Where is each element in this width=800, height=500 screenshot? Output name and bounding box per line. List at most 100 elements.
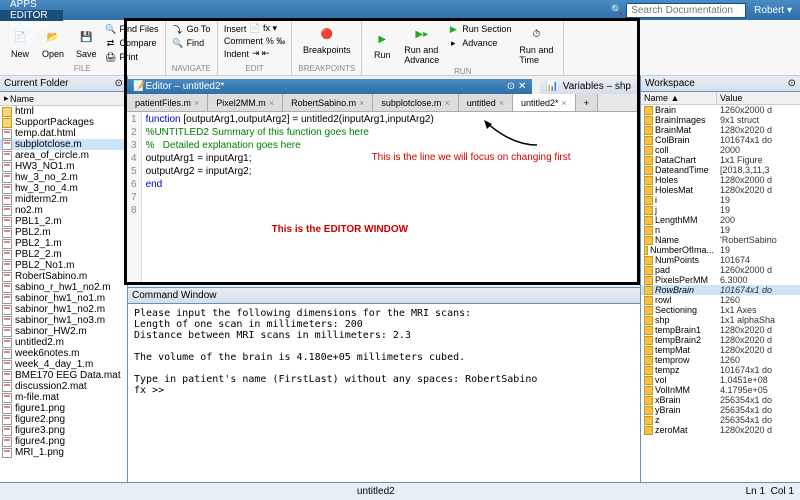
file-item[interactable]: week6notes.m [0, 348, 127, 359]
file-item[interactable]: area_of_circle.m [0, 150, 127, 161]
file-item[interactable]: week_4_day_1.m [0, 359, 127, 370]
workspace-item[interactable]: yBrain256354x1 do [641, 405, 800, 415]
editor-tab[interactable]: untitled2*× [513, 94, 576, 111]
file-item[interactable]: midterm2.m [0, 194, 127, 205]
workspace-item[interactable]: NumberOfIma...19 [641, 245, 800, 255]
workspace-item[interactable]: Brain1260x2000 d [641, 105, 800, 115]
user-label[interactable]: Robert ▾ [746, 5, 800, 16]
file-item[interactable]: sabino_r_hw1_no2.m [0, 282, 127, 293]
file-icon [2, 393, 12, 403]
search-input[interactable] [626, 3, 746, 18]
workspace-item[interactable]: BrainImages9x1 struct [641, 115, 800, 125]
close-icon[interactable]: × [269, 98, 274, 108]
file-item[interactable]: sabinor_hw1_no1.m [0, 293, 127, 304]
workspace-item[interactable]: Holes1280x2000 d [641, 175, 800, 185]
new-button[interactable]: 📄New [6, 22, 34, 64]
open-button[interactable]: 📂Open [38, 22, 68, 64]
editor-tab[interactable]: subplotclose.m× [373, 94, 458, 111]
file-item[interactable]: temp.dat.html [0, 128, 127, 139]
workspace-item[interactable]: xBrain256354x1 do [641, 395, 800, 405]
file-item[interactable]: PBL2_1.m [0, 238, 127, 249]
status-ln: Ln 1 [746, 486, 765, 497]
file-icon [2, 129, 12, 139]
file-item[interactable]: untitled2.m [0, 337, 127, 348]
workspace-item[interactable]: vol1.0451e+08 [641, 375, 800, 385]
file-item[interactable]: figure3.png [0, 425, 127, 436]
workspace-item[interactable]: ColBrain101674x1 do [641, 135, 800, 145]
file-item[interactable]: figure4.png [0, 436, 127, 447]
workspace-item[interactable]: pad1260x2000 d [641, 265, 800, 275]
name-header[interactable]: Name [10, 94, 34, 104]
close-icon[interactable]: × [562, 98, 567, 108]
save-button[interactable]: 💾Save [72, 22, 101, 64]
workspace-item[interactable]: tempMat1280x2020 d [641, 345, 800, 355]
variable-icon [644, 386, 653, 395]
top-tab-apps[interactable]: APPS [0, 0, 63, 10]
workspace-item[interactable]: BrainMat1280x2020 d [641, 125, 800, 135]
workspace-item[interactable]: shp1x1 alphaSha [641, 315, 800, 325]
pane-menu-icon[interactable]: ⊙ [115, 78, 123, 89]
editor-tab[interactable]: patientFiles.m× [127, 94, 208, 111]
workspace-item[interactable]: RowBrain101674x1 do [641, 285, 800, 295]
file-item[interactable]: sabinor_hw1_no2.m [0, 304, 127, 315]
workspace-item[interactable]: VolInMM4.1795e+05 [641, 385, 800, 395]
command-window-title: Command Window [128, 288, 640, 304]
workspace-item[interactable]: temprow1260 [641, 355, 800, 365]
file-item[interactable]: subplotclose.m [0, 139, 127, 150]
workspace-item[interactable]: rowl1260 [641, 295, 800, 305]
file-item[interactable]: BME170 EEG Data.mat [0, 370, 127, 381]
workspace-item[interactable]: HolesMat1280x2020 d [641, 185, 800, 195]
file-item[interactable]: PBL2_2.m [0, 249, 127, 260]
file-item[interactable]: figure1.png [0, 403, 127, 414]
workspace-item[interactable]: tempz101674x1 do [641, 365, 800, 375]
workspace-item[interactable]: zeroMat1280x2020 d [641, 425, 800, 435]
variable-icon [644, 266, 653, 275]
ws-name-header[interactable]: Name ▲ [641, 92, 717, 104]
command-window-body[interactable]: Please input the following dimensions fo… [128, 304, 640, 400]
new-tab-button[interactable]: + [576, 94, 598, 111]
workspace-item[interactable]: tempBrain11280x2020 d [641, 325, 800, 335]
file-item[interactable]: hw_3_no_4.m [0, 183, 127, 194]
close-icon[interactable]: × [359, 98, 364, 108]
workspace-item[interactable]: PixelsPerMM6.3000 [641, 275, 800, 285]
workspace-item[interactable]: coll2000 [641, 145, 800, 155]
file-item[interactable]: figure2.png [0, 414, 127, 425]
file-item[interactable]: no2.m [0, 205, 127, 216]
variable-icon [644, 206, 653, 215]
editor-tab[interactable]: Pixel2MM.m× [208, 94, 283, 111]
code-area[interactable]: 12345678 This is the line we will focus … [127, 112, 637, 282]
file-item[interactable]: hw_3_no_2.m [0, 172, 127, 183]
workspace-item[interactable]: DataChart1x1 Figure [641, 155, 800, 165]
workspace-item[interactable]: n19 [641, 225, 800, 235]
workspace-item[interactable]: LengthMM200 [641, 215, 800, 225]
file-icon [2, 338, 12, 348]
file-item[interactable]: sabinor_hw1_no3.m [0, 315, 127, 326]
file-item[interactable]: RobertSabino.m [0, 271, 127, 282]
pane-menu-icon[interactable]: ⊙ [788, 78, 796, 89]
close-icon[interactable]: × [499, 98, 504, 108]
workspace-item[interactable]: DateandTime[2018,3,11,3 [641, 165, 800, 175]
editor-tab[interactable]: RobertSabino.m× [283, 94, 373, 111]
editor-tab[interactable]: untitled× [459, 94, 513, 111]
ws-value-header[interactable]: Value [717, 92, 745, 104]
file-item[interactable]: sabinor_HW2.m [0, 326, 127, 337]
file-item[interactable]: PBL1_2.m [0, 216, 127, 227]
file-item[interactable]: SupportPackages [0, 117, 127, 128]
workspace-item[interactable]: Name'RobertSabino [641, 235, 800, 245]
file-item[interactable]: PBL2.m [0, 227, 127, 238]
workspace-item[interactable]: j19 [641, 205, 800, 215]
close-icon[interactable]: × [194, 98, 199, 108]
workspace-item[interactable]: Sectioning1x1 Axes [641, 305, 800, 315]
file-item[interactable]: html [0, 106, 127, 117]
file-item[interactable]: discussion2.mat [0, 381, 127, 392]
close-icon[interactable]: × [444, 98, 449, 108]
workspace-item[interactable]: z256354x1 do [641, 415, 800, 425]
toolstrip: HOMEPLOTSAPPSEDITORPUBLISHVIEW 🔍 Robert … [0, 0, 800, 20]
workspace-item[interactable]: i19 [641, 195, 800, 205]
file-item[interactable]: PBL2_No1.m [0, 260, 127, 271]
workspace-item[interactable]: NumPoints101674 [641, 255, 800, 265]
file-item[interactable]: HW3_NO1.m [0, 161, 127, 172]
file-item[interactable]: MRI_1.png [0, 447, 127, 458]
workspace-item[interactable]: tempBrain21280x2020 d [641, 335, 800, 345]
file-item[interactable]: m-file.mat [0, 392, 127, 403]
